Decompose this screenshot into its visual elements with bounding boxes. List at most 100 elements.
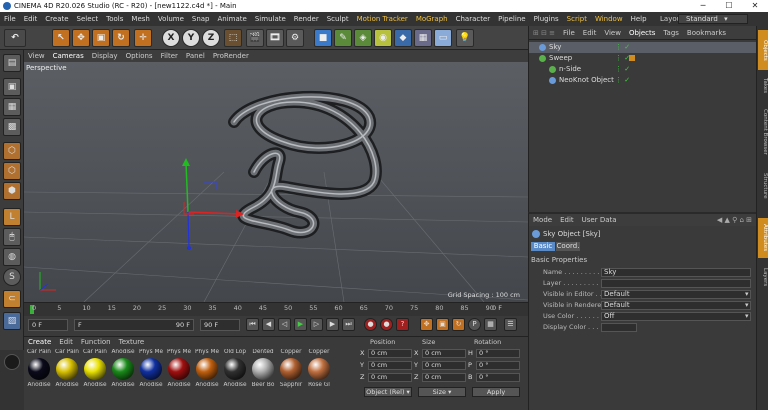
menu-plugins[interactable]: Plugins [530, 12, 563, 26]
material-swatch[interactable]: Phys Me Anodise [166, 349, 192, 395]
workplane-mode-icon[interactable]: ▩ [3, 118, 21, 136]
object-name[interactable]: Sweep [549, 53, 572, 64]
attribute-field[interactable]: Off [601, 312, 751, 321]
keyframe-selection-icon[interactable]: ? [396, 318, 409, 331]
viewport-menu-view[interactable]: View [24, 52, 49, 60]
attribute-field[interactable] [601, 279, 751, 288]
side-tab-attributes[interactable]: Attributes [758, 218, 768, 258]
tag-icon[interactable] [629, 55, 635, 61]
size-mode-select[interactable]: Size ▾ [418, 387, 466, 397]
side-tab-takes[interactable]: Takes [758, 74, 768, 98]
menu-sculpt[interactable]: Sculpt [323, 12, 353, 26]
viewport-menu-display[interactable]: Display [88, 52, 122, 60]
menu-create[interactable]: Create [41, 12, 72, 26]
apply-button[interactable]: Apply [472, 387, 520, 397]
rotation-field[interactable]: 0 ° [476, 349, 520, 358]
size-field[interactable]: 0 cm [422, 373, 466, 382]
undo-icon[interactable]: ↶ [4, 29, 26, 47]
x-axis-button[interactable]: X [162, 29, 180, 47]
material-swatch[interactable]: Car Pain Anodise [26, 349, 52, 395]
coordinate-mode-select[interactable]: Object (Rel) ▾ [364, 387, 412, 397]
menu-window[interactable]: Window [591, 12, 627, 26]
material-swatch[interactable]: Phys Me Anodise [194, 349, 220, 395]
material-menu-edit[interactable]: Edit [55, 338, 77, 346]
side-tab-layers[interactable]: Layers [758, 262, 768, 292]
material-swatch[interactable]: Dented Beer Bo [250, 349, 276, 395]
3d-viewport[interactable]: Perspective Grid Spacing: 100 cm [24, 62, 528, 302]
make-editable-icon[interactable]: ▤ [3, 54, 21, 72]
material-menu-create[interactable]: Create [24, 338, 55, 346]
menu-tools[interactable]: Tools [102, 12, 127, 26]
subdivision-icon[interactable]: ◈ [354, 29, 372, 47]
attribute-field[interactable]: Sky [601, 268, 751, 277]
menu-select[interactable]: Select [73, 12, 103, 26]
visibility-check-icon[interactable]: ⋮ ✓ [615, 42, 630, 53]
dropdown-arrow-icon[interactable]: ▾ [745, 312, 749, 320]
layout-select[interactable]: Standard ▾ [678, 14, 748, 24]
cube-primitive-icon[interactable]: ■ [314, 29, 332, 47]
material-swatch[interactable]: Copper Sapphir [278, 349, 304, 395]
model-mode-icon[interactable]: ▣ [3, 78, 21, 96]
light-icon[interactable]: 💡 [456, 29, 474, 47]
go-to-end-icon[interactable]: ⏭ [342, 318, 355, 331]
play-forward-icon[interactable]: ▶ [294, 318, 307, 331]
object-menu-view[interactable]: View [600, 29, 625, 37]
menu-help[interactable]: Help [627, 12, 651, 26]
viewport-menu-options[interactable]: Options [122, 52, 157, 60]
material-swatch[interactable]: Car Pain Anodise [54, 349, 80, 395]
pen-spline-icon[interactable]: ✎ [334, 29, 352, 47]
attribute-menu-user-data[interactable]: User Data [578, 216, 621, 224]
tab-basic[interactable]: Basic [531, 242, 555, 251]
viewport-menu-prorender[interactable]: ProRender [209, 52, 253, 60]
enable-axis-icon[interactable]: L [3, 208, 21, 226]
object-menu-bookmarks[interactable]: Bookmarks [683, 29, 730, 37]
attribute-field[interactable] [601, 323, 637, 332]
rotation-field[interactable]: 0 ° [476, 361, 520, 370]
object-name[interactable]: Sky [549, 42, 561, 53]
snapping-icon[interactable]: S [3, 268, 21, 286]
object-menu-icons[interactable]: ⊞ ⊟ ≡ [529, 29, 559, 37]
world-axis-gizmo[interactable] [182, 158, 244, 250]
scene-icon[interactable]: ▦ [414, 29, 432, 47]
menu-edit[interactable]: Edit [20, 12, 42, 26]
tab-coord[interactable]: Coord. [556, 242, 580, 251]
camera-icon[interactable]: ▭ [434, 29, 452, 47]
material-swatch[interactable]: Phys Me Anodise [138, 349, 164, 395]
close-button[interactable]: ✕ [742, 0, 768, 12]
material-swatch[interactable]: Copper Rose Gl [306, 349, 332, 395]
object-row[interactable]: Sweep ⋮ ✓ [529, 53, 757, 64]
menu-volume[interactable]: Volume [154, 12, 188, 26]
material-menu-function[interactable]: Function [77, 338, 115, 346]
menu-character[interactable]: Character [452, 12, 495, 26]
attribute-field[interactable]: Default [601, 290, 751, 299]
menu-render[interactable]: Render [290, 12, 323, 26]
next-key-icon[interactable]: ▶ [326, 318, 339, 331]
timeline-ruler[interactable]: 0 5 10 15 20 25 30 35 40 45 50 55 60 65 70 75 80 85 90 [24, 302, 528, 316]
start-frame-field[interactable]: 0 F [28, 319, 68, 331]
end-frame-field[interactable]: 90 F [200, 319, 240, 331]
record-active-icon[interactable]: ● [364, 318, 377, 331]
points-mode-icon[interactable]: ⬡ [3, 142, 21, 160]
recent-tool-icon[interactable]: ✛ [134, 29, 152, 47]
object-row[interactable]: Sky ⋮ ✓ [529, 42, 757, 53]
select-tool-icon[interactable]: ↖ [52, 29, 70, 47]
visibility-check-icon[interactable]: ⋮ ✓ [615, 75, 630, 86]
menu-pipeline[interactable]: Pipeline [494, 12, 529, 26]
neoknot-sweep-object[interactable] [228, 90, 382, 239]
menu-script[interactable]: Script [563, 12, 591, 26]
position-field[interactable]: 0 cm [368, 361, 412, 370]
play-backward-icon[interactable]: ◁ [278, 318, 291, 331]
menu-motion-tracker[interactable]: Motion Tracker [353, 12, 412, 26]
previous-key-icon[interactable]: ◀ [262, 318, 275, 331]
viewport-menu-panel[interactable]: Panel [182, 52, 209, 60]
scale-key-icon[interactable]: ▣ [436, 318, 449, 331]
object-menu-file[interactable]: File [559, 29, 579, 37]
position-field[interactable]: 0 cm [368, 373, 412, 382]
object-row[interactable]: n-Side ⋮ ✓ [529, 64, 757, 75]
object-row[interactable]: NeoKnot Object ⋮ ✓ [529, 75, 757, 86]
go-to-start-icon[interactable]: ⏮ [246, 318, 259, 331]
position-key-icon[interactable]: ✥ [420, 318, 433, 331]
tweak-mode-icon[interactable]: 🖱 [3, 228, 21, 246]
deformer-icon[interactable]: ◆ [394, 29, 412, 47]
viewport-menu-filter[interactable]: Filter [157, 52, 182, 60]
